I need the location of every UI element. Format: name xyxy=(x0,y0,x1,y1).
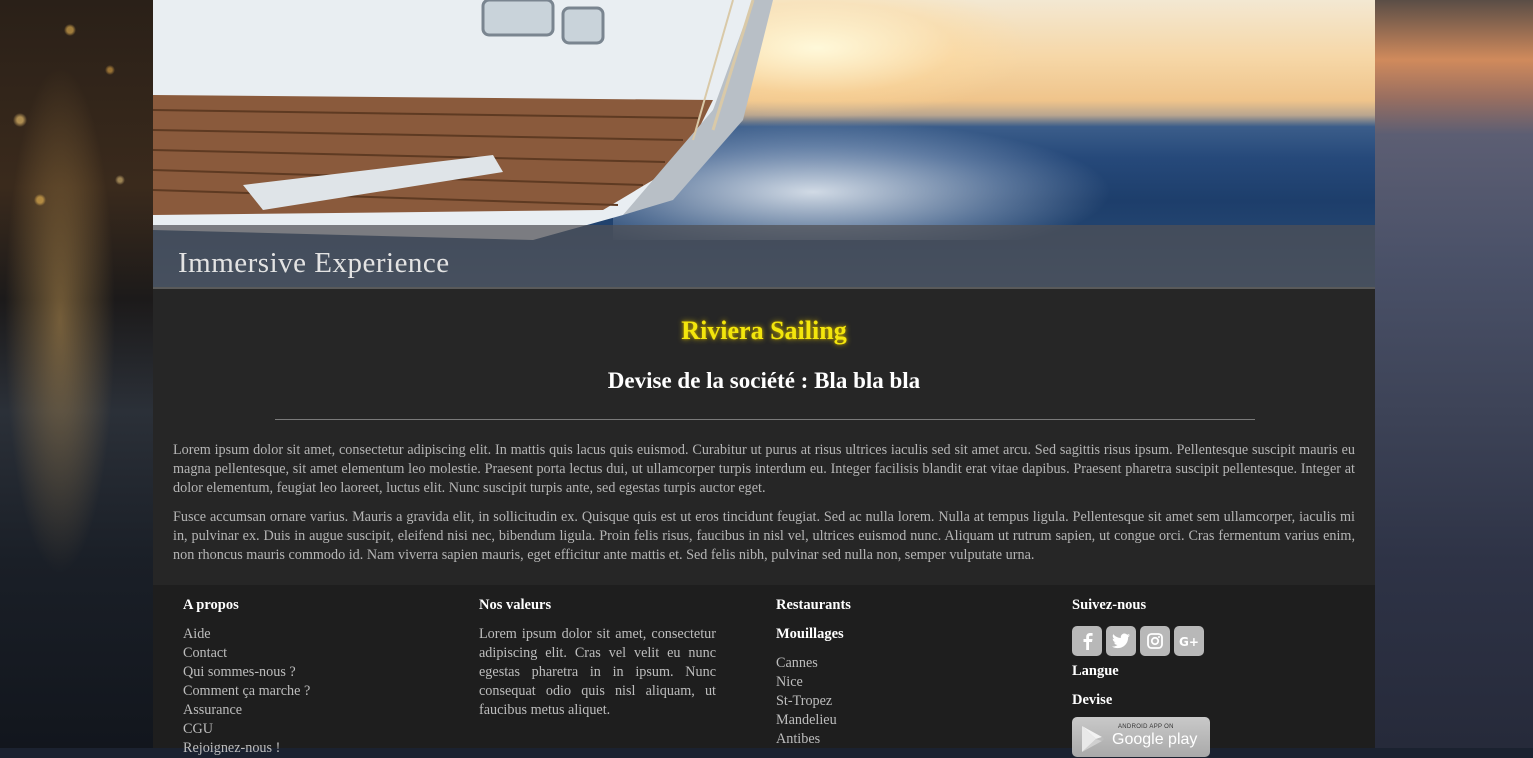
google-play-badge[interactable]: ANDROID APP ON Google play xyxy=(1072,717,1210,757)
footer-link-help[interactable]: Aide xyxy=(183,625,310,644)
facebook-icon[interactable] xyxy=(1072,626,1102,656)
footer-link-cannes[interactable]: Cannes xyxy=(776,654,851,673)
footer-link-contact[interactable]: Contact xyxy=(183,644,310,663)
instagram-icon[interactable] xyxy=(1140,626,1170,656)
footer-heading: Suivez-nous xyxy=(1072,597,1147,613)
store-name: Google play xyxy=(1112,731,1198,748)
hero-caption: Immersive Experience xyxy=(178,247,450,279)
google-plus-icon[interactable]: G+ xyxy=(1174,626,1204,656)
footer-link-about-us[interactable]: Qui sommes-nous ? xyxy=(183,663,310,682)
google-play-icon xyxy=(1082,726,1104,752)
footer-link-st-tropez[interactable]: St-Tropez xyxy=(776,692,851,711)
page-container: Immersive Experience Riviera Sailing Dev… xyxy=(153,0,1375,757)
social-links: G+ xyxy=(1072,626,1204,656)
footer-heading: A propos xyxy=(183,597,239,613)
footer-link-how-it-works[interactable]: Comment ça marche ? xyxy=(183,682,310,701)
footer-link-insurance[interactable]: Assurance xyxy=(183,701,310,720)
intro-paragraph: Lorem ipsum dolor sit amet, consectetur … xyxy=(173,442,1355,496)
footer-values-text: Lorem ipsum dolor sit amet, consectetur … xyxy=(479,626,716,718)
footer-link-antibes[interactable]: Antibes xyxy=(776,730,851,749)
footer-heading: Nos valeurs xyxy=(479,597,552,613)
footer-link-nice[interactable]: Nice xyxy=(776,673,851,692)
footer-link-mandelieu[interactable]: Mandelieu xyxy=(776,711,851,730)
svg-text:G+: G+ xyxy=(1179,635,1199,648)
footer-link-moorings[interactable]: Mouillages xyxy=(776,625,851,644)
footer-link-join-us[interactable]: Rejoignez-nous ! xyxy=(183,739,310,758)
intro-paragraph: Fusce accumsan ornare varius. Mauris a g… xyxy=(173,509,1355,563)
footer-link-terms[interactable]: CGU xyxy=(183,720,310,739)
footer-about-column: A propos Aide Contact Qui sommes-nous ? … xyxy=(183,596,310,758)
company-motto: Devise de la société : Bla bla bla xyxy=(607,368,921,393)
footer-follow-column: Suivez-nous G+ Langue Devise xyxy=(1072,596,1204,710)
twitter-icon[interactable] xyxy=(1106,626,1136,656)
footer-values-column: Nos valeurs Lorem ipsum dolor sit amet, … xyxy=(479,596,716,720)
footer-places-column: Restaurants Mouillages Cannes Nice St-Tr… xyxy=(776,596,851,749)
language-selector[interactable]: Langue xyxy=(1072,662,1204,681)
brand-title: Riviera Sailing xyxy=(681,316,847,345)
hero-divider xyxy=(153,287,1375,289)
store-caption: ANDROID APP ON xyxy=(1118,724,1174,730)
currency-selector[interactable]: Devise xyxy=(1072,691,1204,710)
site-footer: A propos Aide Contact Qui sommes-nous ? … xyxy=(153,585,1375,757)
page-background-left xyxy=(0,0,153,748)
hero-banner: Immersive Experience xyxy=(153,0,1375,288)
page-background-right xyxy=(1375,0,1533,748)
content-divider xyxy=(275,419,1255,420)
footer-link-restaurants[interactable]: Restaurants xyxy=(776,596,851,615)
